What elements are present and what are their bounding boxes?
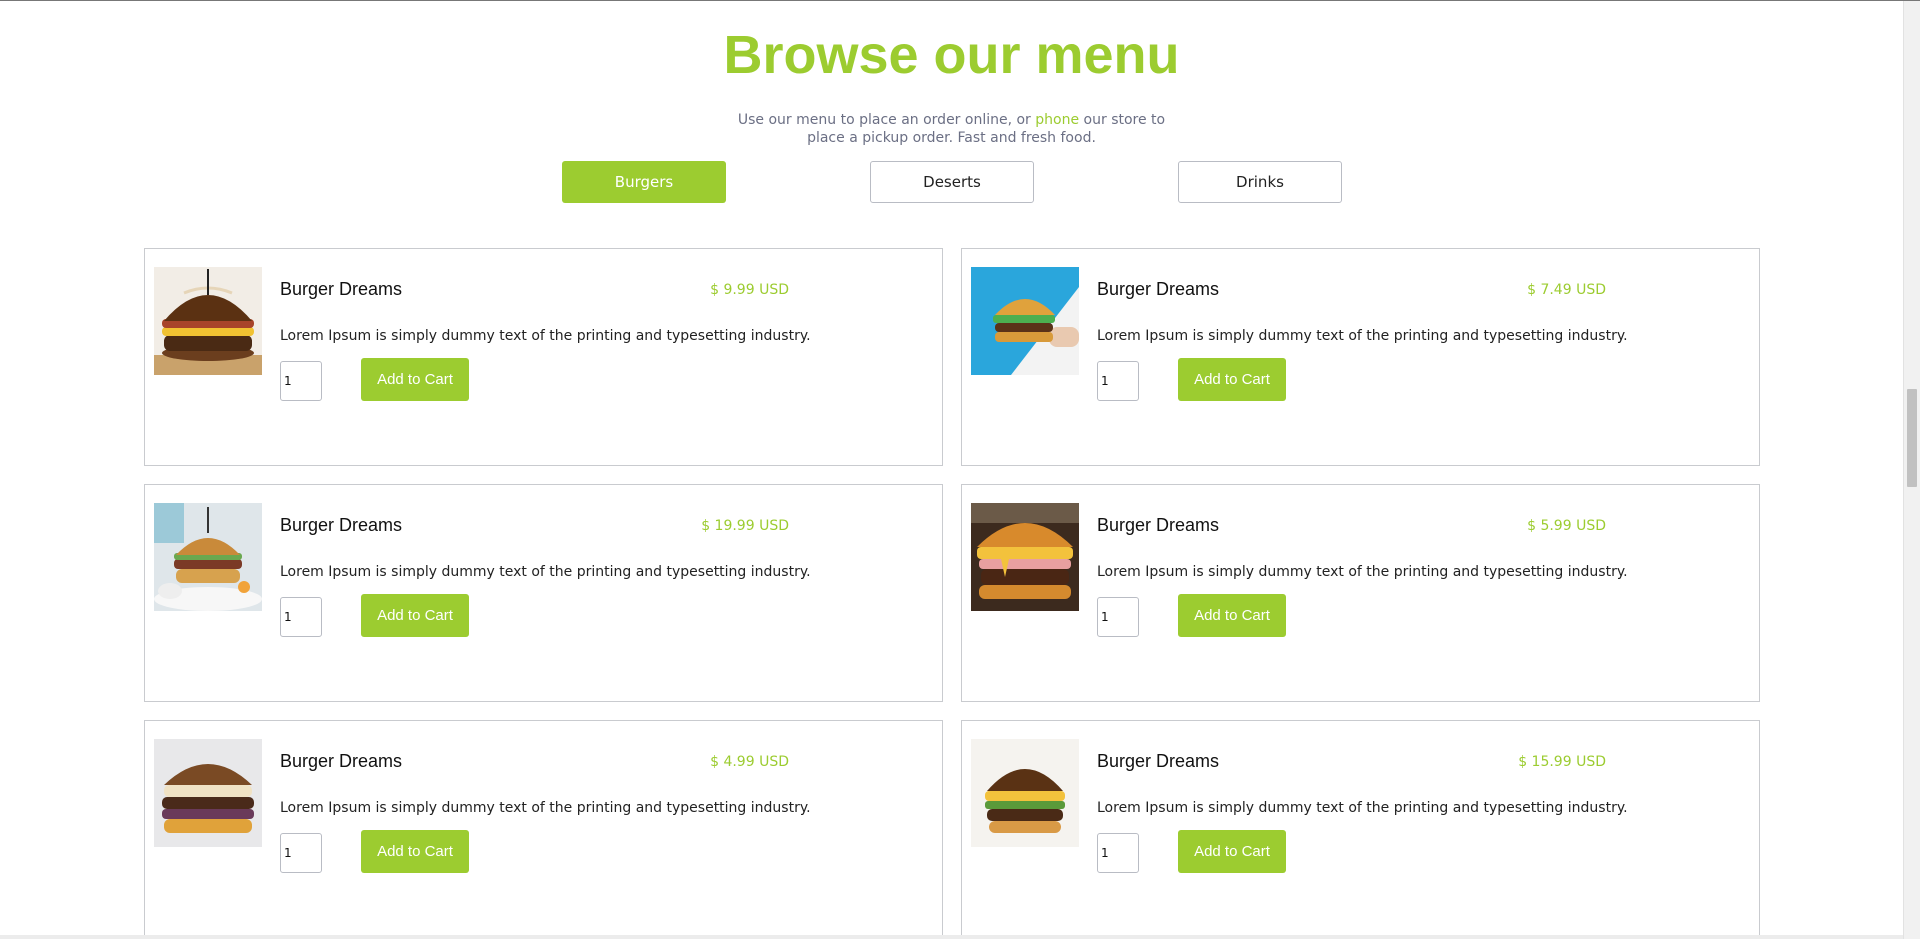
add-to-cart-button[interactable]: Add to Cart <box>1178 830 1286 873</box>
page-title: Browse our menu <box>723 25 1180 85</box>
subtitle-line-2: place a pickup order. Fast and fresh foo… <box>807 130 1096 146</box>
item-price: $ 7.49 USD <box>1527 282 1606 298</box>
item-description: Lorem Ipsum is simply dummy text of the … <box>1097 800 1628 816</box>
menu-item-card: Burger Dreams $ 5.99 USD Lorem Ipsum is … <box>961 484 1760 702</box>
add-to-cart-button[interactable]: Add to Cart <box>1178 358 1286 401</box>
menu-item-card: Burger Dreams $ 7.49 USD Lorem Ipsum is … <box>961 248 1760 466</box>
add-to-cart-button[interactable]: Add to Cart <box>1178 594 1286 637</box>
menu-subtitle: Use our menu to place an order online, o… <box>0 111 1903 147</box>
item-price: $ 19.99 USD <box>701 518 789 534</box>
pretzel-burger-image <box>154 267 262 375</box>
item-name: Burger Dreams <box>1097 751 1220 771</box>
item-name: Burger Dreams <box>280 751 403 771</box>
brioche-burger-image <box>971 739 1079 847</box>
tab-drinks[interactable]: Drinks <box>1178 161 1342 203</box>
quantity-input[interactable] <box>280 833 322 873</box>
item-description: Lorem Ipsum is simply dummy text of the … <box>280 328 811 344</box>
item-price: $ 5.99 USD <box>1527 518 1606 534</box>
add-to-cart-button[interactable]: Add to Cart <box>361 358 469 401</box>
menu-item-card: Burger Dreams $ 9.99 USD Lorem Ipsum is … <box>144 248 943 466</box>
quantity-input[interactable] <box>1097 361 1139 401</box>
item-name: Burger Dreams <box>1097 279 1220 299</box>
tab-deserts[interactable]: Deserts <box>870 161 1034 203</box>
menu-item-card: Burger Dreams $ 19.99 USD Lorem Ipsum is… <box>144 484 943 702</box>
subtitle-line-1: Use our menu to place an order online, o… <box>0 111 1903 129</box>
quantity-input[interactable] <box>1097 597 1139 637</box>
subtitle-text-after: our store to <box>1079 112 1166 128</box>
quantity-input[interactable] <box>280 361 322 401</box>
plated-burger-image <box>154 503 262 611</box>
scrollbar-thumb[interactable] <box>1907 389 1917 487</box>
add-to-cart-button[interactable]: Add to Cart <box>361 594 469 637</box>
quantity-input[interactable] <box>1097 833 1139 873</box>
quantity-input[interactable] <box>280 597 322 637</box>
add-to-cart-button[interactable]: Add to Cart <box>361 830 469 873</box>
item-description: Lorem Ipsum is simply dummy text of the … <box>280 564 811 580</box>
item-price: $ 15.99 USD <box>1518 754 1606 770</box>
onion-burger-image <box>154 739 262 847</box>
item-description: Lorem Ipsum is simply dummy text of the … <box>1097 328 1628 344</box>
phone-link[interactable]: phone <box>1035 112 1079 128</box>
item-name: Burger Dreams <box>1097 515 1220 535</box>
tab-burgers[interactable]: Burgers <box>562 161 726 203</box>
item-description: Lorem Ipsum is simply dummy text of the … <box>1097 564 1628 580</box>
item-price: $ 9.99 USD <box>710 282 789 298</box>
cheese-burger-image <box>971 503 1079 611</box>
page: Browse our menu Use our menu to place an… <box>0 0 1920 939</box>
item-price: $ 4.99 USD <box>710 754 789 770</box>
hand-held-burger-image <box>971 267 1079 375</box>
horizontal-scroll-edge <box>0 935 1903 939</box>
subtitle-text-before: Use our menu to place an order online, o… <box>737 112 1036 128</box>
item-description: Lorem Ipsum is simply dummy text of the … <box>280 800 811 816</box>
menu-item-card: Burger Dreams $ 4.99 USD Lorem Ipsum is … <box>144 720 943 938</box>
item-name: Burger Dreams <box>280 279 403 299</box>
item-name: Burger Dreams <box>280 515 403 535</box>
vertical-scrollbar[interactable] <box>1903 1 1920 939</box>
menu-item-card: Burger Dreams $ 15.99 USD Lorem Ipsum is… <box>961 720 1760 938</box>
